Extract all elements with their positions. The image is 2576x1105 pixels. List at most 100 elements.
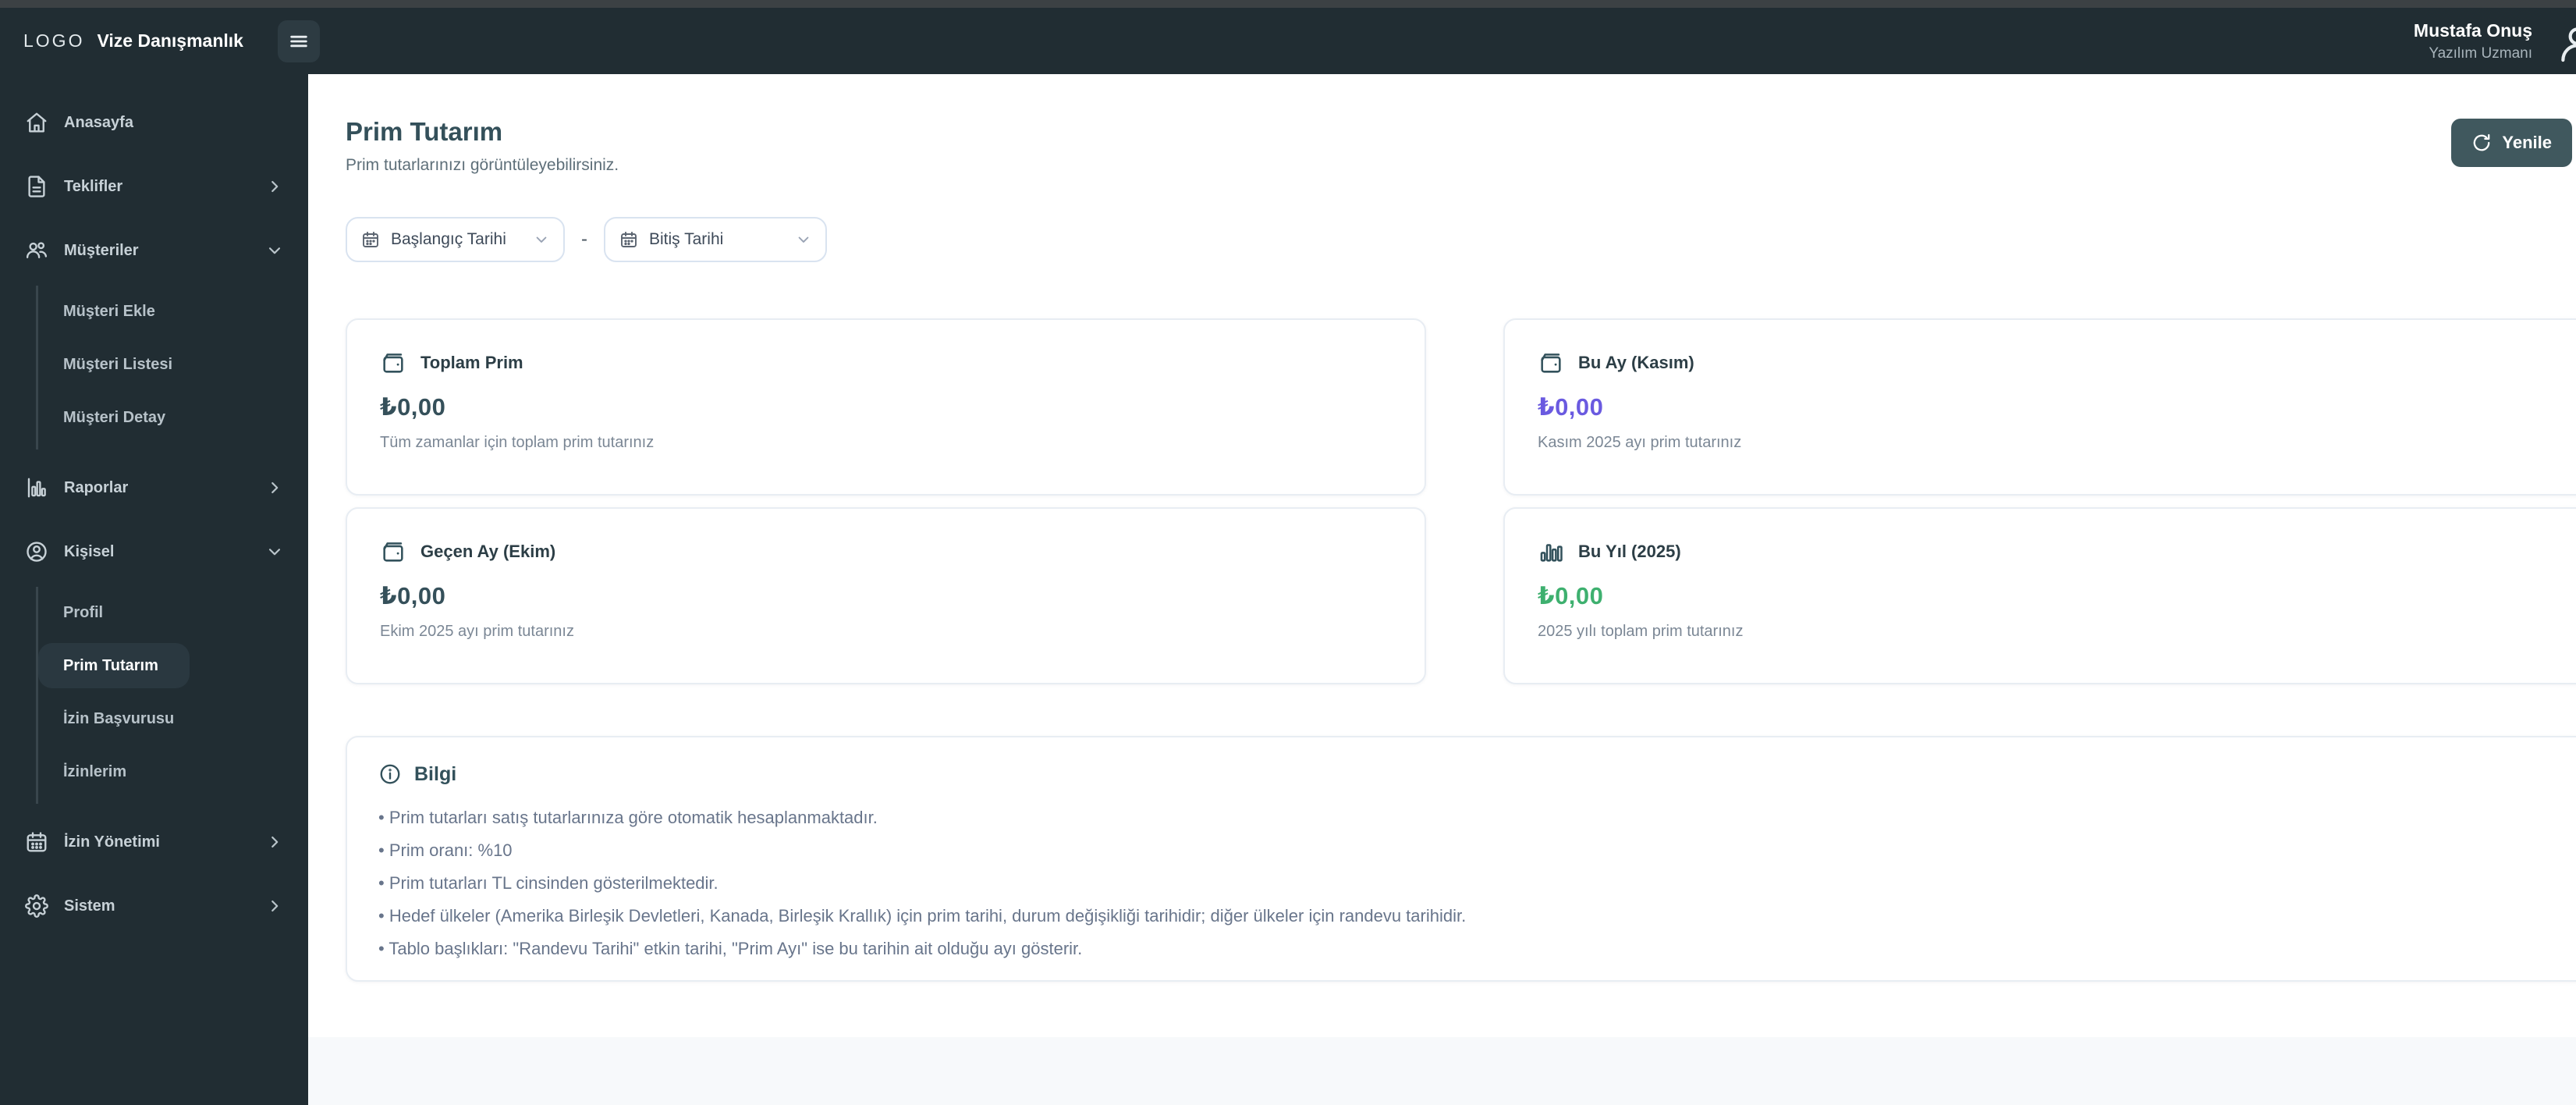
chevron-down-icon	[534, 232, 549, 247]
chevron-down-icon	[796, 232, 811, 247]
page-title: Prim Tutarım	[346, 117, 503, 146]
info-bullet: • Prim tutarları TL cinsinden gösterilme…	[378, 873, 719, 893]
stat-card-gecen-ay: Geçen Ay (Ekim) ₺0,00 Ekim 2025 ayı prim…	[346, 507, 1426, 684]
info-panel-header: Bilgi	[378, 762, 2576, 786]
stat-card-description: Kasım 2025 ayı prim tutarınız	[1538, 434, 1742, 451]
sidebar-submenu-kisisel: Profil Prim Tutarım İzin Başvurusu İzinl…	[36, 587, 288, 804]
refresh-icon	[2471, 133, 2492, 153]
hamburger-icon	[288, 30, 310, 52]
sidebar-subitem-label: İzinlerim	[63, 762, 127, 780]
stat-card-value: ₺0,00	[1538, 393, 1604, 421]
page-header: Prim Tutarım Prim tutarlarınızı görüntül…	[346, 117, 2572, 175]
stat-card-value: ₺0,00	[1538, 582, 1604, 609]
sidebar-item-izinlerim[interactable]: İzinlerim	[38, 749, 158, 794]
stat-card-toplam-prim: Toplam Prim ₺0,00 Tüm zamanlar için topl…	[346, 318, 1426, 496]
sidebar-item-prim-tutarim[interactable]: Prim Tutarım	[38, 643, 190, 688]
user-info[interactable]: Mustafa Onuş Yazılım Uzmanı	[2414, 20, 2532, 62]
info-panel: Bilgi • Prim tutarları satış tutarlarını…	[346, 736, 2576, 982]
document-icon	[25, 175, 48, 198]
stat-card-bu-ay: Bu Ay (Kasım) ₺0,00 Kasım 2025 ayı prim …	[1503, 318, 2576, 496]
wallet-icon	[380, 350, 406, 376]
sidebar-item-kisisel[interactable]: Kişisel	[20, 529, 288, 574]
chevron-right-icon	[266, 833, 283, 851]
info-bullet: • Prim tutarları satış tutarlarınıza gör…	[378, 808, 878, 827]
chevron-right-icon	[266, 178, 283, 195]
sidebar-subitem-label: Prim Tutarım	[63, 656, 158, 674]
brand-name: Vize Danışmanlık	[97, 30, 243, 51]
user-avatar-icon[interactable]	[2556, 22, 2576, 66]
user-name: Mustafa Onuş	[2413, 20, 2532, 41]
stat-card-title: Geçen Ay (Ekim)	[420, 542, 556, 561]
stat-card-title: Bu Yıl (2025)	[1578, 542, 1681, 561]
chevron-down-icon	[266, 543, 283, 560]
sidebar-item-raporlar[interactable]: Raporlar	[20, 465, 288, 510]
stat-card-header: Bu Ay (Kasım)	[1538, 350, 2576, 376]
calendar-icon	[619, 230, 638, 249]
info-bullet: • Prim oranı: %10	[378, 840, 513, 860]
sidebar-item-label: Sistem	[64, 897, 115, 915]
sidebar-item-anasayfa[interactable]: Anasayfa	[20, 100, 288, 145]
date-range-separator: -	[581, 229, 587, 250]
refresh-button-label: Yenile	[2502, 133, 2552, 152]
stat-card-header: Toplam Prim	[380, 350, 1392, 376]
window-top-strip	[0, 0, 2576, 8]
info-icon	[378, 762, 402, 786]
sidebar-item-teklifler[interactable]: Teklifler	[20, 164, 288, 209]
stat-card-description: Tüm zamanlar için toplam prim tutarınız	[380, 434, 655, 451]
stat-card-value: ₺0,00	[380, 393, 446, 421]
chevron-right-icon	[266, 897, 283, 915]
stat-card-description: 2025 yılı toplam prim tutarınız	[1538, 623, 1744, 640]
refresh-button[interactable]: Yenile	[2451, 119, 2572, 167]
sidebar-item-sistem[interactable]: Sistem	[20, 883, 288, 929]
sidebar-item-musteriler[interactable]: Müşteriler	[20, 228, 288, 273]
hamburger-menu-button[interactable]	[277, 20, 320, 62]
calendar-icon	[25, 830, 48, 854]
info-bullet: • Hedef ülkeler (Amerika Birleşik Devlet…	[378, 906, 1467, 926]
sidebar-item-label: Anasayfa	[64, 113, 133, 131]
sidebar-item-izin-yonetimi[interactable]: İzin Yönetimi	[20, 819, 288, 865]
sidebar: Anasayfa Teklifler Müşteriler Müşteri Ek…	[0, 74, 308, 1105]
sidebar-item-label: Kişisel	[64, 542, 115, 560]
user-circle-icon	[25, 540, 48, 563]
stat-card-description: Ekim 2025 ayı prim tutarınız	[380, 623, 574, 640]
end-date-select[interactable]: Bitiş Tarihi	[604, 217, 827, 262]
sidebar-item-label: Raporlar	[64, 478, 129, 496]
stat-card-title: Bu Ay (Kasım)	[1578, 353, 1694, 372]
stat-card-header: Bu Yıl (2025)	[1538, 538, 2576, 565]
stat-card-header: Geçen Ay (Ekim)	[380, 538, 1392, 565]
chevron-right-icon	[266, 479, 283, 496]
wallet-icon	[1538, 350, 1564, 376]
end-date-label: Bitiş Tarihi	[649, 230, 724, 248]
bar-chart-icon	[1538, 538, 1564, 565]
stat-cards-grid: Toplam Prim ₺0,00 Tüm zamanlar için topl…	[346, 318, 2576, 684]
brand-logo: LOGO	[23, 30, 85, 51]
sidebar-item-label: Teklifler	[64, 177, 123, 195]
page-subtitle: Prim tutarlarınızı görüntüleyebilirsiniz…	[346, 156, 619, 174]
users-icon	[25, 239, 48, 262]
gear-icon	[25, 894, 48, 918]
info-bullet-list: • Prim tutarları satış tutarlarınıza gör…	[378, 801, 2576, 965]
wallet-icon	[380, 538, 406, 565]
sidebar-item-musteri-ekle[interactable]: Müşteri Ekle	[38, 289, 186, 334]
chevron-down-icon	[266, 242, 283, 259]
sidebar-subitem-label: Müşteri Ekle	[63, 302, 155, 320]
brand: LOGO Vize Danışmanlık	[23, 30, 243, 52]
calendar-icon	[361, 230, 380, 249]
home-icon	[25, 111, 48, 134]
topbar: LOGO Vize Danışmanlık Mustafa Onuş Yazıl…	[0, 8, 2576, 74]
sidebar-subitem-label: Müşteri Detay	[63, 408, 166, 426]
sidebar-item-musteri-detay[interactable]: Müşteri Detay	[38, 395, 197, 440]
stat-card-bu-yil: Bu Yıl (2025) ₺0,00 2025 yılı toplam pri…	[1503, 507, 2576, 684]
stat-card-value: ₺0,00	[380, 582, 446, 609]
sidebar-subitem-label: Profil	[63, 603, 104, 621]
sidebar-item-izin-basvurusu[interactable]: İzin Başvurusu	[38, 696, 205, 741]
sidebar-item-musteri-listesi[interactable]: Müşteri Listesi	[38, 342, 204, 387]
sidebar-item-profil[interactable]: Profil	[38, 590, 134, 635]
sidebar-submenu-musteriler: Müşteri Ekle Müşteri Listesi Müşteri Det…	[36, 286, 288, 449]
info-panel-title: Bilgi	[414, 762, 457, 785]
start-date-select[interactable]: Başlangıç Tarihi	[346, 217, 565, 262]
date-filter-row: Başlangıç Tarihi - Bitiş Tarihi	[346, 217, 2576, 262]
info-bullet: • Tablo başlıkları: "Randevu Tarihi" etk…	[378, 939, 1083, 958]
sidebar-item-label: İzin Yönetimi	[64, 833, 160, 851]
stat-card-title: Toplam Prim	[420, 353, 523, 372]
